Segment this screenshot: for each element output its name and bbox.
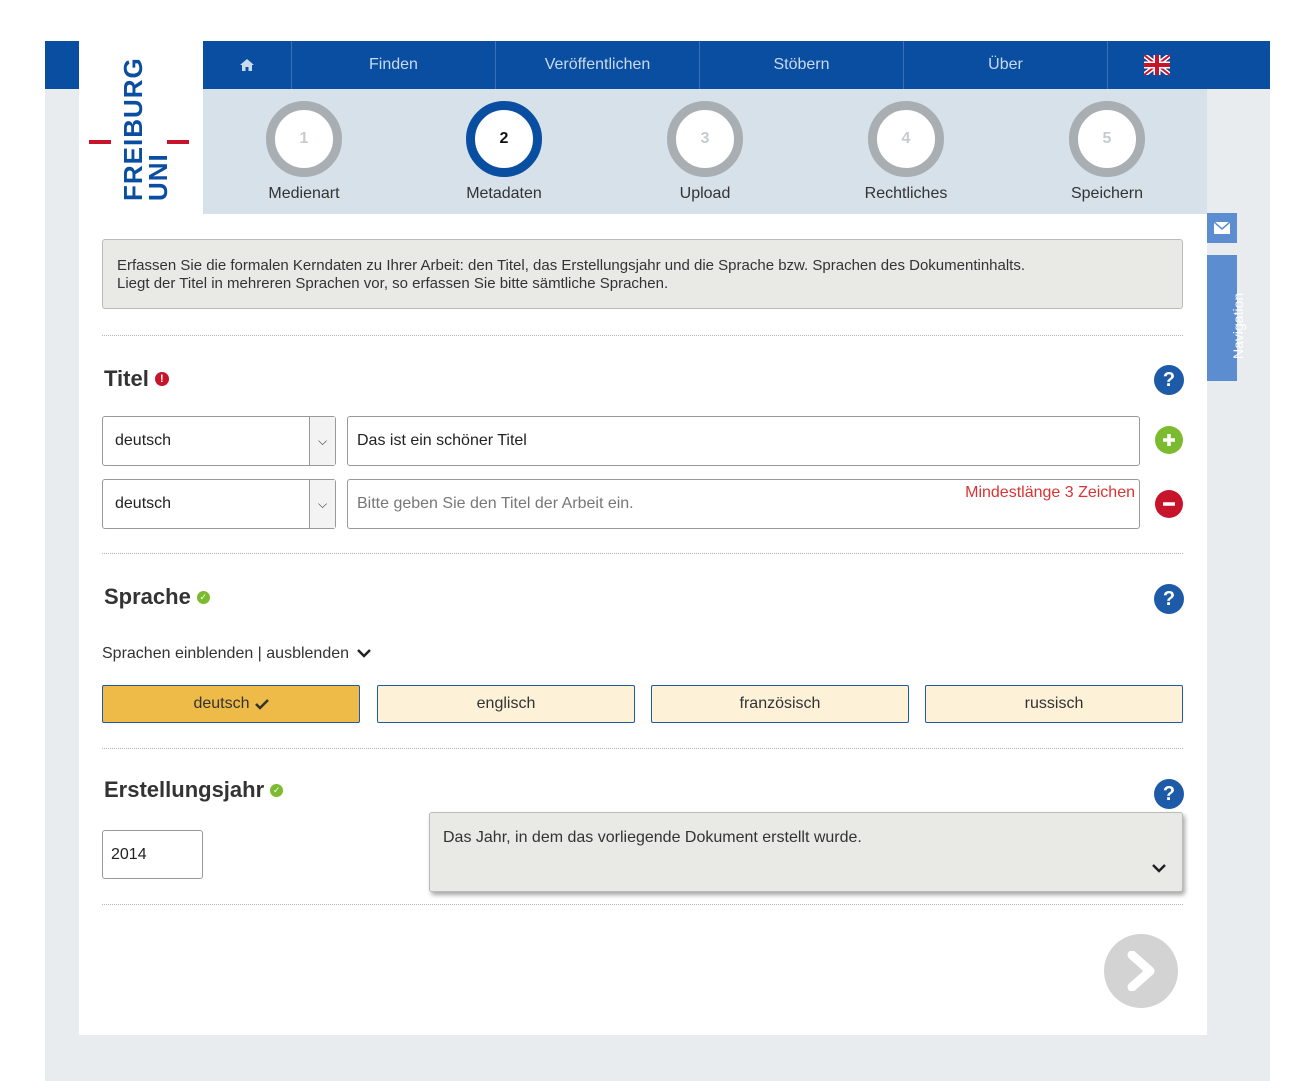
- titel-language-select-2[interactable]: deutsch ⌵: [102, 479, 336, 529]
- nav-language[interactable]: [1107, 41, 1206, 89]
- step-speichern[interactable]: 5 Speichern: [1047, 101, 1167, 203]
- nav-finden[interactable]: Finden: [291, 41, 495, 89]
- info-box: Erfassen Sie die formalen Kerndaten zu I…: [102, 239, 1183, 309]
- language-toggle-text: Sprachen einblenden | ausblenden: [102, 645, 350, 662]
- sprache-help-icon[interactable]: ?: [1154, 584, 1184, 614]
- step-label: Rechtliches: [864, 185, 948, 202]
- page: FREIBURG UNI Finden Veröffentlichen Stöb…: [0, 0, 1309, 1081]
- step-circle: 5: [1069, 101, 1145, 177]
- nav-home[interactable]: [203, 41, 291, 89]
- titel-language-select-1[interactable]: deutsch ⌵: [102, 416, 336, 466]
- year-input-value: 2014: [111, 845, 147, 863]
- titel-input-value: Das ist ein schöner Titel: [357, 432, 527, 449]
- language-option-label: deutsch: [193, 695, 250, 712]
- language-option-label: russisch: [1024, 695, 1084, 712]
- sprache-heading: Sprache ✓: [104, 584, 210, 610]
- chevron-down-icon[interactable]: [1152, 863, 1166, 873]
- language-option-label: englisch: [476, 695, 536, 712]
- navigation-tab[interactable]: Navigation: [1207, 255, 1246, 381]
- titel-input-placeholder: Bitte geben Sie den Titel der Arbeit ein…: [357, 495, 634, 512]
- step-medienart[interactable]: 1 Medienart: [244, 101, 364, 203]
- titel-input-1[interactable]: Das ist ein schöner Titel: [347, 416, 1140, 466]
- titel-help-icon[interactable]: ?: [1154, 365, 1184, 395]
- select-value: deutsch: [115, 495, 172, 512]
- minus-icon: [1163, 502, 1175, 506]
- step-circle: 2: [466, 101, 542, 177]
- remove-title-button[interactable]: [1155, 490, 1183, 518]
- divider: [102, 335, 1183, 336]
- envelope-icon: [1214, 222, 1230, 234]
- divider: [102, 748, 1183, 749]
- step-label: Medienart: [268, 185, 340, 202]
- mail-tab[interactable]: [1207, 213, 1237, 243]
- jahr-heading-text: Erstellungsjahr: [104, 777, 265, 802]
- step-circle: 3: [667, 101, 743, 177]
- nav-stoebern[interactable]: Stöbern: [699, 41, 903, 89]
- step-rechtliches[interactable]: 4 Rechtliches: [846, 101, 966, 203]
- language-option-deutsch[interactable]: deutsch: [102, 685, 360, 723]
- uni-freiburg-logo[interactable]: FREIBURG UNI: [79, 41, 203, 214]
- help-tooltip: Das Jahr, in dem das vorliegende Dokumen…: [429, 812, 1183, 892]
- language-option-label: französisch: [739, 695, 821, 712]
- sprache-heading-text: Sprache: [104, 584, 191, 609]
- logo-dash-left: [89, 140, 111, 144]
- year-input[interactable]: 2014: [102, 830, 203, 879]
- nav-veroeffentlichen[interactable]: Veröffentlichen: [495, 41, 699, 89]
- next-step-button[interactable]: [1104, 934, 1178, 1008]
- info-line-2: Liegt der Titel in mehreren Sprachen vor…: [117, 275, 669, 292]
- step-circle: 1: [266, 101, 342, 177]
- step-label: Upload: [679, 185, 731, 202]
- check-icon: [254, 699, 269, 710]
- navigation-tab-label: Navigation: [1230, 292, 1246, 359]
- step-circle: 4: [868, 101, 944, 177]
- titel-heading: Titel !: [104, 366, 169, 392]
- jahr-heading: Erstellungsjahr ✓: [104, 777, 284, 803]
- titel-error-message: Mindestlänge 3 Zeichen: [965, 484, 1135, 501]
- step-metadaten[interactable]: 2 Metadaten: [444, 101, 564, 203]
- content-panel: [79, 90, 1207, 1035]
- titel-heading-text: Titel: [104, 366, 149, 391]
- step-label: Metadaten: [466, 185, 542, 202]
- logo-text: FREIBURG UNI: [118, 57, 173, 201]
- step-wizard: 1 Medienart 2 Metadaten 3 Upload 4 Recht…: [203, 89, 1207, 214]
- titel-input-2[interactable]: Bitte geben Sie den Titel der Arbeit ein…: [347, 479, 1140, 529]
- step-label: Speichern: [1070, 185, 1144, 202]
- tooltip-text: Das Jahr, in dem das vorliegende Dokumen…: [443, 829, 862, 846]
- logo-line-uni: UNI: [143, 153, 173, 201]
- step-upload[interactable]: 3 Upload: [645, 101, 765, 203]
- select-value: deutsch: [115, 432, 172, 449]
- language-option-englisch[interactable]: englisch: [377, 685, 635, 723]
- chevron-down-icon: ⌵: [309, 480, 335, 528]
- plus-icon: [1163, 434, 1175, 446]
- language-toggle[interactable]: Sprachen einblenden | ausblenden: [102, 645, 372, 663]
- main-nav: Finden Veröffentlichen Stöbern Über: [203, 41, 1270, 89]
- chevron-right-icon: [1127, 951, 1155, 991]
- required-error-icon: !: [154, 372, 169, 386]
- divider: [102, 553, 1183, 554]
- valid-check-icon: ✓: [196, 590, 210, 604]
- home-icon: [240, 59, 254, 71]
- language-option-franzoesisch[interactable]: französisch: [651, 685, 909, 723]
- jahr-help-icon[interactable]: ?: [1154, 779, 1184, 809]
- valid-check-icon: ✓: [270, 783, 284, 797]
- chevron-down-icon: ⌵: [309, 417, 335, 465]
- add-title-button[interactable]: [1155, 426, 1183, 454]
- divider: [102, 904, 1183, 905]
- uk-flag-icon: [1144, 55, 1170, 75]
- language-option-russisch[interactable]: russisch: [925, 685, 1183, 723]
- chevron-down-icon: [357, 649, 372, 658]
- info-line-1: Erfassen Sie die formalen Kerndaten zu I…: [117, 257, 1026, 274]
- nav-ueber[interactable]: Über: [903, 41, 1107, 89]
